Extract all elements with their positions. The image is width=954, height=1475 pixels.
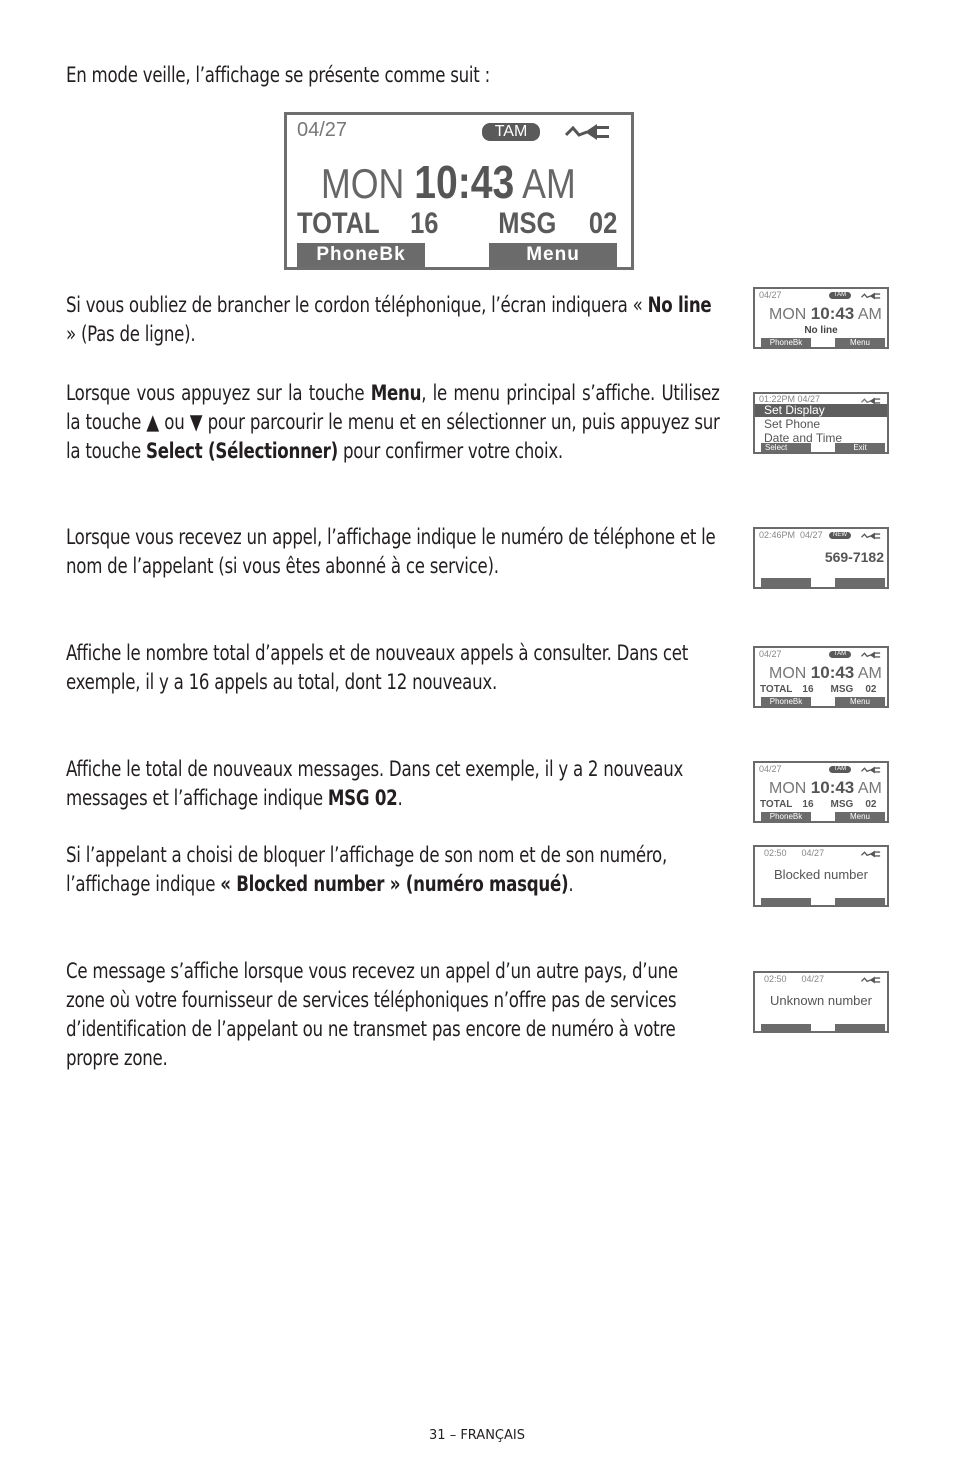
msg-label: MSG — [830, 684, 854, 695]
line-plug-icon — [565, 124, 609, 140]
lcd-ampm: AM — [522, 160, 576, 207]
page-number: 31 – FRANÇAIS — [429, 1428, 525, 1443]
menu-item-set-phone: Set Phone — [764, 417, 821, 431]
standby-display-large: 04/27 TAM MON 10:43 AM TOTAL 16 MSG 02 P… — [284, 112, 634, 270]
no-line-message: No line — [804, 325, 838, 336]
line-plug-icon — [861, 532, 881, 540]
total-label: TOTAL — [760, 684, 793, 695]
softkey-select: Select — [761, 443, 811, 452]
softkey-phonebook: PhoneBk — [761, 338, 811, 347]
softkey-phonebook: PhoneBk — [761, 812, 811, 821]
line-plug-icon — [861, 976, 881, 984]
lcd-counters: TOTAL 16 MSG 02 — [760, 799, 887, 810]
total-label: TOTAL — [760, 799, 793, 810]
line-plug-icon — [861, 766, 881, 774]
blocked-number-display: 02:50 04/27 Blocked number — [753, 845, 889, 907]
section-no-line-text: Si vous oubliez de brancher le cordon té… — [66, 293, 717, 347]
lcd-clock: MON 10:43 AM — [769, 304, 882, 324]
lcd-time: 10:43 — [810, 778, 855, 797]
section-unknown-number-text: Ce message s’affiche lorsque vous receve… — [66, 959, 683, 1071]
line-plug-icon — [861, 292, 881, 300]
tam-badge: TAM — [829, 766, 851, 773]
blocked-number-message: Blocked number — [774, 867, 868, 882]
softkey-phonebook: PhoneBk — [297, 243, 425, 267]
section-messages-text: Affiche le total de nouveaux messages. D… — [66, 757, 689, 811]
call-time: 02:46PM — [759, 530, 796, 540]
new-badge: NEW — [829, 532, 851, 539]
menu-item-set-display: Set Display — [755, 404, 887, 417]
softkey-left-blank — [761, 1024, 811, 1031]
lcd-time: 10:43 — [810, 304, 855, 323]
softkey-right-blank — [835, 1024, 885, 1031]
lcd-counters: TOTAL 16 MSG 02 — [760, 684, 887, 695]
total-value: 16 — [410, 207, 439, 240]
softkey-menu: Menu — [835, 812, 885, 821]
lcd-day: MON — [769, 780, 807, 797]
lcd-clock: MON 10:43 AM — [769, 663, 882, 683]
lcd-day: MON — [769, 665, 807, 682]
softkey-menu: Menu — [835, 697, 885, 706]
section-incoming-call-text: Lorsque vous recevez un appel, l’afficha… — [66, 525, 721, 579]
lcd-time: 10:43 — [414, 156, 515, 208]
msg-value: 02 — [865, 799, 877, 810]
msg-label: MSG — [830, 799, 854, 810]
section-menu-text: Lorsque vous appuyez sur la touche Menu,… — [66, 381, 725, 464]
main-menu-display: 01:22PM 04/27 Set Display Set Phone Date… — [753, 392, 889, 454]
softkey-right-blank — [835, 578, 885, 587]
lcd-time: 10:43 — [810, 663, 855, 682]
tam-badge: TAM — [829, 292, 851, 299]
incoming-call-display: 02:46PM 04/27 NEW 569-7182 — [753, 527, 889, 589]
softkey-exit: Exit — [835, 443, 885, 452]
lcd-time-date: 02:50 04/27 — [764, 974, 824, 984]
msg-label: MSG — [498, 207, 557, 240]
total-value: 16 — [802, 684, 814, 695]
section-blocked-number-text: Si l’appelant a choisi de bloquer l’affi… — [66, 843, 673, 897]
tam-badge: TAM — [482, 123, 540, 141]
call-date: 04/27 — [801, 974, 825, 984]
lcd-day: MON — [321, 160, 405, 207]
softkey-left-blank — [761, 578, 811, 587]
line-plug-icon — [861, 850, 881, 858]
intro-text: En mode veille, l’affichage se présente … — [66, 63, 490, 88]
caller-number: 569-7182 — [824, 549, 884, 565]
softkey-menu: Menu — [835, 338, 885, 347]
total-calls-display: 04/27 TAM MON 10:43 AM TOTAL 16 MSG 02 Phon… — [753, 646, 889, 708]
lcd-counters: TOTAL 16 MSG 02 — [297, 207, 620, 241]
lcd-date: 04/27 — [759, 764, 782, 774]
lcd-clock: MON 10:43 AM — [769, 778, 882, 798]
total-label: TOTAL — [297, 207, 380, 240]
softkey-right-blank — [835, 898, 885, 905]
lcd-date: 04/27 — [759, 290, 782, 300]
line-plug-icon — [861, 651, 881, 659]
softkey-menu: Menu — [489, 243, 617, 267]
section-total-calls-text: Affiche le nombre total d’appels et de n… — [66, 641, 694, 695]
unknown-number-message: Unknown number — [770, 993, 872, 1008]
lcd-date: 04/27 — [759, 649, 782, 659]
tam-badge: TAM — [829, 651, 851, 658]
softkey-phonebook: PhoneBk — [761, 697, 811, 706]
softkey-left-blank — [761, 898, 811, 905]
no-line-display: 04/27 TAM MON 10:43 AM No line PhoneBk M… — [753, 287, 889, 349]
lcd-time-date: 02:46PM 04/27 — [759, 530, 823, 540]
lcd-time-date: 02:50 04/27 — [764, 848, 824, 858]
lcd-day: MON — [769, 306, 807, 323]
call-date: 04/27 — [801, 848, 825, 858]
call-time: 02:50 — [764, 848, 787, 858]
lcd-ampm: AM — [857, 780, 882, 797]
lcd-ampm: AM — [857, 306, 882, 323]
lcd-date: 04/27 — [297, 119, 348, 141]
msg-value: 02 — [588, 207, 618, 240]
lcd-ampm: AM — [857, 665, 882, 682]
call-date: 04/27 — [800, 530, 823, 540]
msg-value: 02 — [865, 684, 877, 695]
unknown-number-display: 02:50 04/27 Unknown number — [753, 971, 889, 1033]
call-time: 02:50 — [764, 974, 787, 984]
lcd-clock: MON 10:43 AM — [321, 155, 576, 209]
total-value: 16 — [802, 799, 814, 810]
messages-display: 04/27 TAM MON 10:43 AM TOTAL 16 MSG 02 Phon… — [753, 761, 889, 823]
